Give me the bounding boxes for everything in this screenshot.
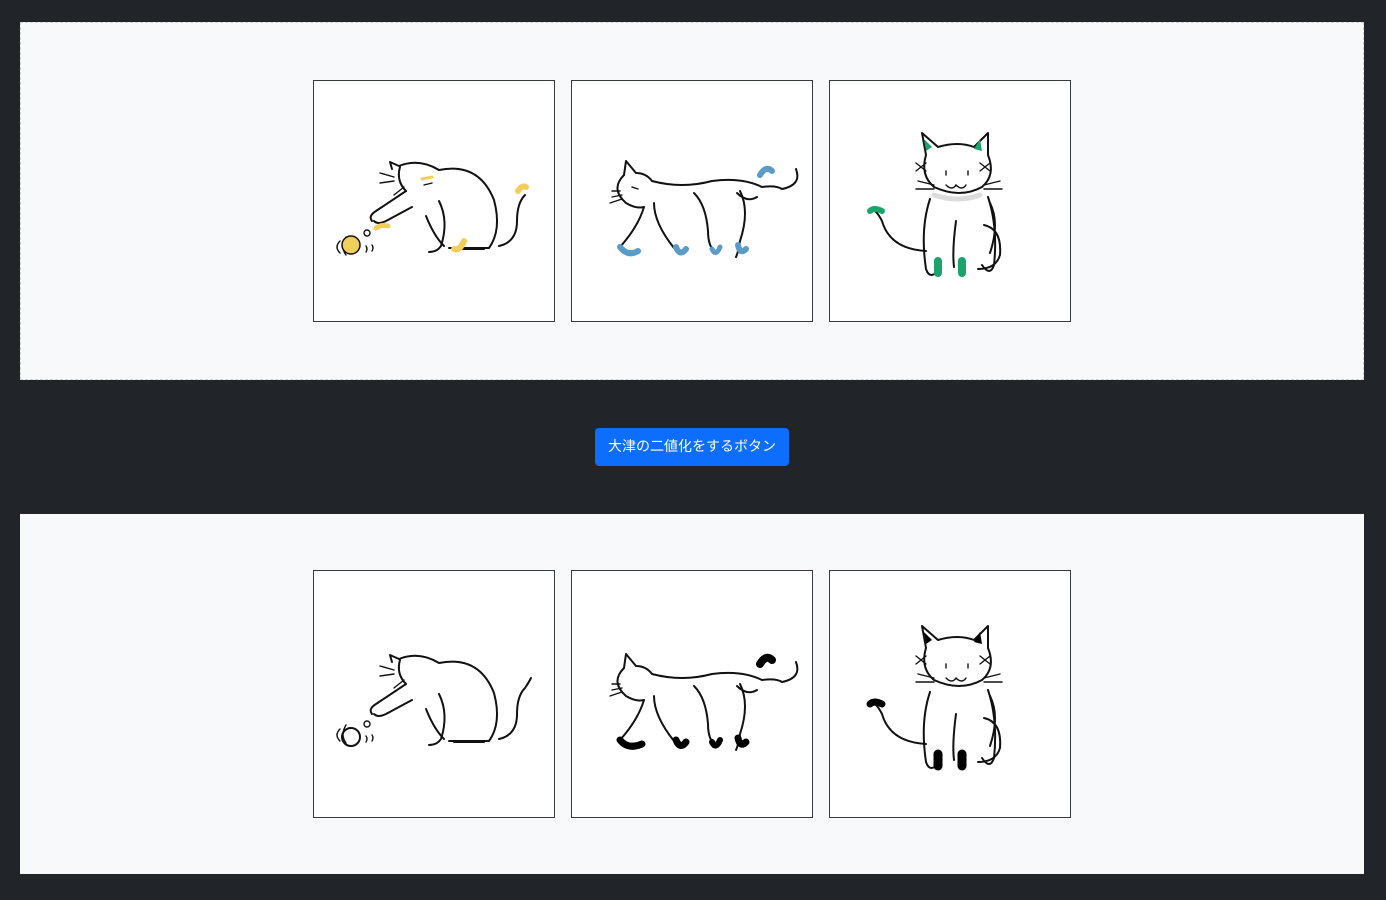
binarized-image-cat-playing [313, 570, 555, 818]
binarized-image-cat-walking [571, 570, 813, 818]
cat-walking-illustration [609, 160, 799, 258]
cat-playing-illustration [336, 161, 529, 256]
cat-walking-binarized-illustration [609, 653, 799, 751]
binarized-images-panel [20, 514, 1364, 874]
original-image-cat-walking [571, 80, 813, 322]
original-image-cat-sitting [829, 80, 1071, 322]
otsu-binarization-button[interactable]: 大津の二値化をするボタン [595, 428, 789, 466]
cat-playing-binarized-illustration [336, 654, 532, 747]
original-images-panel [20, 22, 1364, 380]
cat-sitting-illustration [867, 132, 1003, 277]
original-image-cat-playing [313, 80, 555, 322]
binarized-image-cat-sitting [829, 570, 1071, 818]
cat-sitting-binarized-illustration [866, 625, 1003, 771]
